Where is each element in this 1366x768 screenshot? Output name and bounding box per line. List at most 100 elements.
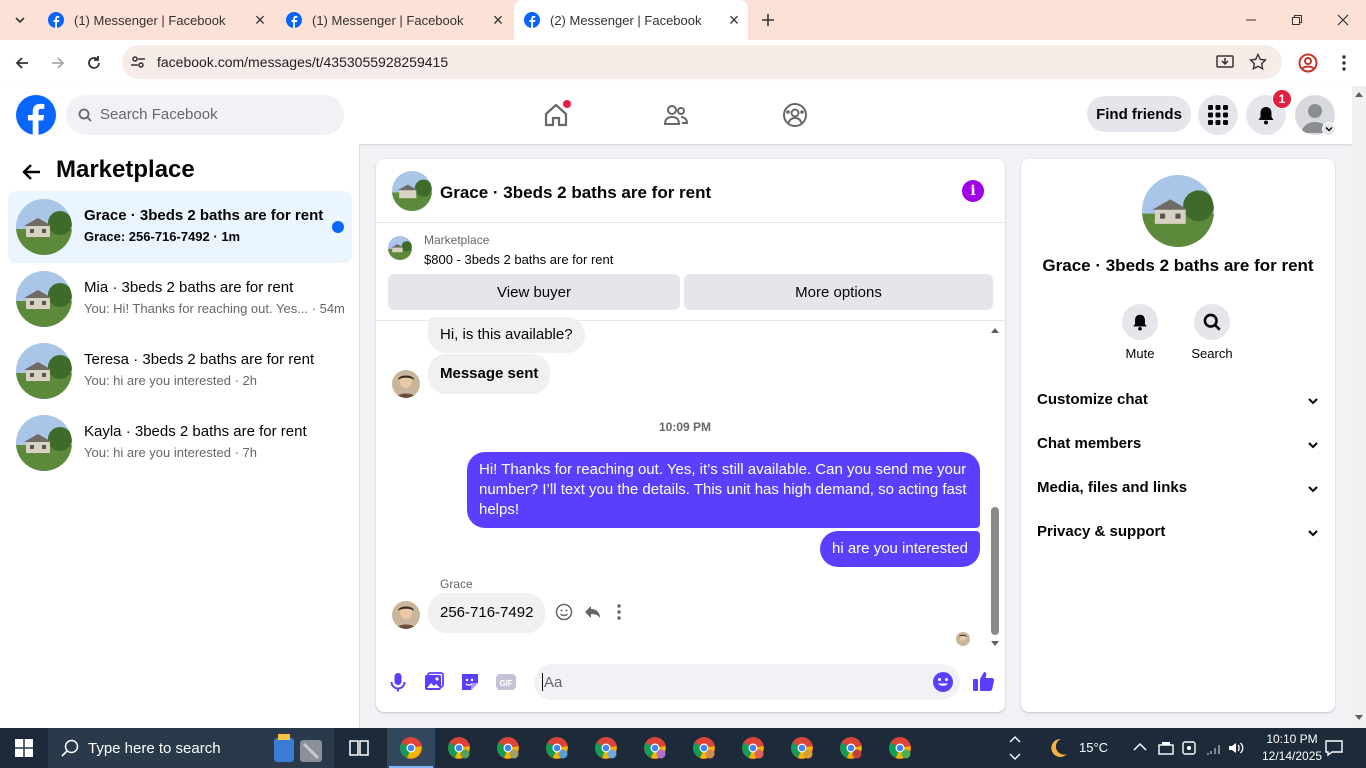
taskbar-clock[interactable]: 10:10 PM 12/14/2025 xyxy=(1262,731,1322,765)
media-files-links-section[interactable]: Media, files and links xyxy=(1037,479,1319,503)
outgoing-message[interactable]: hi are you interested xyxy=(820,531,980,567)
find-friends-button[interactable]: Find friends xyxy=(1087,96,1191,132)
page-scrollbar[interactable] xyxy=(1352,86,1366,728)
search-facebook-input[interactable]: Search Facebook xyxy=(66,95,344,135)
profile-icon[interactable] xyxy=(1294,49,1322,77)
microphone-icon[interactable] xyxy=(387,671,409,693)
chat-members-section[interactable]: Chat members xyxy=(1037,435,1319,459)
browser-tab-3[interactable]: (2) Messenger | Facebook × xyxy=(514,0,748,40)
friends-nav-button[interactable] xyxy=(650,94,702,136)
close-tab-icon[interactable]: × xyxy=(246,0,274,40)
reply-arrow-icon[interactable] xyxy=(583,603,601,621)
back-arrow-icon[interactable] xyxy=(8,49,36,77)
volume-icon[interactable] xyxy=(1227,740,1245,756)
device-icon[interactable] xyxy=(1181,740,1197,756)
taskbar-search-box[interactable]: Type here to search xyxy=(48,728,334,768)
menu-grid-button[interactable] xyxy=(1198,95,1238,135)
windows-start-icon[interactable] xyxy=(15,739,33,757)
task-view-icon[interactable] xyxy=(349,738,369,758)
notification-center-icon[interactable] xyxy=(1324,738,1344,758)
taskbar-app-chrome[interactable] xyxy=(741,736,765,760)
search-in-chat-button[interactable]: Search xyxy=(1182,304,1242,361)
chat-title[interactable]: Grace · 3beds 2 baths are for rent xyxy=(440,183,711,203)
contact-avatar[interactable] xyxy=(1142,175,1214,247)
browser-tab-1[interactable]: (1) Messenger | Facebook × xyxy=(36,0,274,40)
weather-temperature[interactable]: 15°C xyxy=(1079,740,1108,755)
bookmark-star-icon[interactable] xyxy=(1249,53,1267,71)
more-options-button[interactable]: More options xyxy=(684,274,993,310)
conversation-item[interactable]: Kayla · 3beds 2 baths are for rent You: … xyxy=(8,407,352,479)
taskbar-app-chrome[interactable] xyxy=(839,736,863,760)
info-icon[interactable]: i xyxy=(962,180,984,202)
message-input[interactable]: Aa xyxy=(534,664,960,700)
taskbar-app-chrome[interactable] xyxy=(790,736,814,760)
view-buyer-button[interactable]: View buyer xyxy=(388,274,680,310)
close-tab-icon[interactable]: × xyxy=(720,0,748,40)
facebook-logo-icon[interactable] xyxy=(16,95,56,135)
chrome-icon xyxy=(644,737,666,759)
browser-tab-2[interactable]: (1) Messenger | Facebook × xyxy=(274,0,512,40)
back-arrow-icon[interactable] xyxy=(22,162,42,182)
chrome-icon xyxy=(840,737,862,759)
more-actions-dots-icon[interactable] xyxy=(616,603,622,621)
taskbar-app-chrome[interactable] xyxy=(447,736,471,760)
groups-icon xyxy=(783,103,807,127)
marketplace-sidebar: Marketplace Grace · 3beds 2 baths are fo… xyxy=(0,144,360,728)
show-hidden-icons-chevron-icon[interactable] xyxy=(1133,742,1147,752)
sender-name-label: Grace xyxy=(440,577,473,591)
sticker-icon[interactable] xyxy=(459,671,481,693)
unread-dot xyxy=(332,221,344,233)
incoming-message[interactable]: Message sent xyxy=(428,354,551,394)
incoming-message[interactable]: 256-716-7492 xyxy=(428,593,546,633)
taskbar-scroll-arrows-icon[interactable] xyxy=(1008,732,1022,764)
reload-icon[interactable] xyxy=(80,49,108,77)
taskbar-app-chrome-active[interactable] xyxy=(387,728,435,768)
taskbar-app-chrome[interactable] xyxy=(643,736,667,760)
photo-gallery-icon[interactable] xyxy=(423,671,445,693)
sender-avatar[interactable] xyxy=(392,601,420,629)
minimize-window-icon[interactable] xyxy=(1228,0,1274,40)
outgoing-message[interactable]: Hi! Thanks for reaching out. Yes, it’s s… xyxy=(467,452,980,528)
section-label: Customize chat xyxy=(1037,391,1148,408)
new-tab-plus-icon[interactable] xyxy=(754,6,782,34)
conversation-item[interactable]: Grace · 3beds 2 baths are for rent Grace… xyxy=(8,191,352,263)
conversation-item[interactable]: Teresa · 3beds 2 baths are for rent You:… xyxy=(8,335,352,407)
taskbar-app-chrome[interactable] xyxy=(545,736,569,760)
privacy-support-section[interactable]: Privacy & support xyxy=(1037,523,1319,547)
react-smiley-icon[interactable] xyxy=(555,603,573,621)
tab-search-chevron-icon[interactable] xyxy=(6,6,34,34)
mute-label: Mute xyxy=(1125,346,1155,361)
wifi-icon[interactable] xyxy=(1205,740,1223,756)
account-chevron-down-icon[interactable] xyxy=(1322,122,1336,136)
thumbs-up-icon[interactable] xyxy=(972,669,996,693)
gif-icon[interactable]: GIF xyxy=(495,671,517,693)
sender-avatar[interactable] xyxy=(392,370,420,398)
taskbar-app-chrome[interactable] xyxy=(888,736,912,760)
browser-menu-icon[interactable] xyxy=(1330,49,1358,77)
conversation-item[interactable]: Mia · 3beds 2 baths are for rent You: Hi… xyxy=(8,263,352,335)
taskbar-app-chrome[interactable] xyxy=(496,736,520,760)
listing-thumbnail[interactable] xyxy=(388,236,412,260)
taskbar-app-chrome[interactable] xyxy=(594,736,618,760)
listing-price-title[interactable]: $800 - 3beds 2 baths are for rent xyxy=(424,252,613,267)
scrollbar-thumb[interactable] xyxy=(991,507,999,635)
forward-arrow-icon[interactable] xyxy=(44,49,72,77)
restore-window-icon[interactable] xyxy=(1274,0,1320,40)
network-icon[interactable] xyxy=(1157,740,1175,756)
close-tab-icon[interactable]: × xyxy=(484,0,512,40)
taskbar-app-chrome[interactable] xyxy=(692,736,716,760)
facebook-favicon-icon xyxy=(48,12,64,28)
customize-chat-section[interactable]: Customize chat xyxy=(1037,391,1319,415)
site-settings-icon[interactable] xyxy=(130,54,146,70)
groups-nav-button[interactable] xyxy=(769,94,821,136)
incoming-message[interactable]: Hi, is this available? xyxy=(428,317,585,353)
home-nav-button[interactable] xyxy=(530,94,582,136)
address-bar[interactable]: facebook.com/messages/t/4353055928259415 xyxy=(122,45,1282,79)
thread-scrollbar[interactable] xyxy=(988,324,1002,654)
browser-toolbar: facebook.com/messages/t/4353055928259415 xyxy=(0,40,1366,86)
emoji-icon[interactable] xyxy=(932,671,954,693)
install-app-icon[interactable] xyxy=(1216,53,1234,71)
chat-avatar[interactable] xyxy=(392,171,432,211)
mute-button[interactable]: Mute xyxy=(1110,304,1170,361)
close-window-icon[interactable] xyxy=(1320,0,1366,40)
